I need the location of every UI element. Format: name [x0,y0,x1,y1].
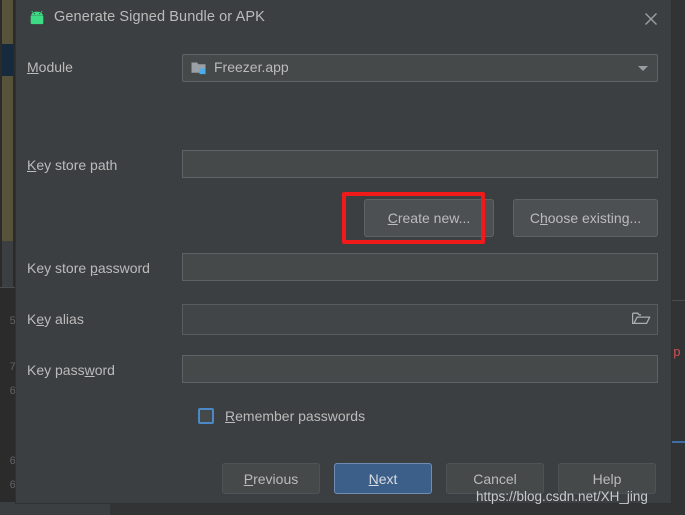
line-number: 6 [9,386,16,398]
key-store-password-mnemonic: p [90,260,98,276]
previous-mnemonic: P [243,470,254,487]
choose-existing-button[interactable]: Choose existing... [513,199,658,237]
watermark-text: https://blog.csdn.net/XH_jing [476,489,648,504]
editor-error-char: p [673,345,681,360]
module-label-mnemonic: M [27,59,39,75]
generate-signed-bundle-dialog: Generate Signed Bundle or APK Module Fre… [16,0,671,503]
key-alias-mnemonic: e [36,311,45,327]
remember-passwords-label-text: emember passwords [235,408,366,424]
key-alias-input[interactable] [182,304,658,335]
choose-existing-prefix: C [529,210,540,226]
choose-existing-mnemonic: h [539,210,548,226]
module-combobox[interactable]: Freezer.app [182,54,658,82]
module-label-text: odule [38,59,73,75]
help-label: Help [592,470,622,487]
next-mnemonic: N [368,470,379,487]
module-value: Freezer.app [214,59,289,75]
key-store-password-prefix: Key store [27,260,91,276]
key-store-path-input[interactable] [182,150,658,178]
key-alias-label-text: y alias [44,311,84,327]
gutter-annotation-olive [2,0,13,241]
gutter-annotation-grey [2,241,13,287]
key-store-path-label-text: ey store path [36,157,118,173]
next-label: ext [378,470,398,487]
dialog-titlebar: Generate Signed Bundle or APK [16,0,671,39]
key-store-password-input[interactable] [182,253,658,281]
cancel-label: Cancel [473,470,517,487]
remember-passwords-row[interactable]: Remember passwords [198,408,365,424]
screen: 5 7 6 6 6 p Generate Signed Bundle or AP… [0,0,685,515]
key-password-prefix: Key pass [27,362,85,378]
editor-bottom-strip [0,502,110,515]
line-number: 6 [9,480,16,492]
key-password-label: Key password [27,362,115,378]
create-new-label: reate new... [397,210,471,226]
remember-passwords-label: Remember passwords [225,408,365,424]
next-button[interactable]: Next [334,463,432,494]
line-number: 6 [9,456,16,468]
editor-blue-marker [672,441,685,443]
key-store-password-label-text: assword [97,260,150,276]
key-store-path-mnemonic: K [27,157,37,173]
dialog-title: Generate Signed Bundle or APK [54,9,265,25]
module-folder-icon [191,61,207,75]
gutter-annotation-navy [2,44,13,76]
close-icon[interactable] [636,5,666,33]
key-password-mnemonic: w [84,362,95,378]
create-new-mnemonic: C [387,210,398,226]
previous-button[interactable]: Previous [222,463,320,494]
key-alias-browse-button[interactable] [629,306,655,332]
remember-passwords-checkbox[interactable] [198,408,214,424]
remember-passwords-mnemonic: R [225,408,236,424]
previous-label: revious [253,470,299,487]
android-robot-icon [28,10,46,25]
key-alias-label: Key alias [27,311,84,327]
key-password-input[interactable] [182,355,658,383]
key-alias-prefix: K [27,311,37,327]
create-new-button[interactable]: Create new... [364,199,494,237]
right-panel-divider [672,300,685,301]
line-number: 5 [9,316,16,328]
key-store-path-label: Key store path [27,157,117,173]
right-panel-strip [672,300,685,515]
key-store-password-label: Key store password [27,260,150,276]
chevron-down-icon[interactable] [638,66,648,71]
choose-existing-label: oose existing... [547,210,642,226]
line-number: 7 [9,362,16,374]
key-password-label-text: ord [94,362,115,378]
module-label: Module [27,59,73,75]
